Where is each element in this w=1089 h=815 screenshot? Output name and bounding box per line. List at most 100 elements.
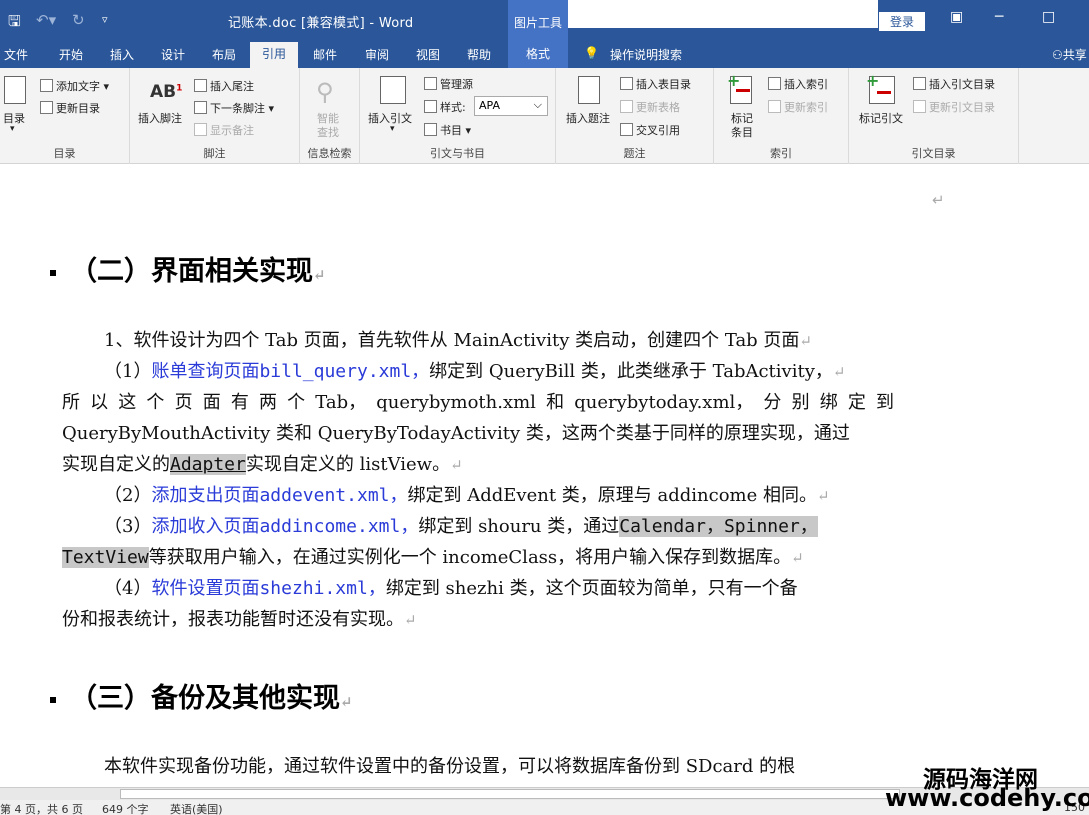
- tab-layout[interactable]: 布局: [212, 46, 236, 63]
- bibliography-icon: [424, 123, 437, 136]
- tell-me-search[interactable]: 操作说明搜索: [610, 46, 682, 63]
- tab-mailings[interactable]: 邮件: [313, 46, 337, 63]
- save-icon[interactable]: 🖫: [8, 11, 21, 36]
- insert-caption-icon[interactable]: [578, 76, 600, 104]
- tab-format[interactable]: 格式: [508, 42, 568, 68]
- justified-word: 绑: [819, 392, 838, 413]
- show-notes-button[interactable]: 显示备注: [194, 122, 254, 138]
- bibliography-button[interactable]: 书目 ▾: [424, 122, 471, 138]
- footnotes-group: AB1 插入脚注 插入尾注 下一条脚注 ▾ 显示备注 脚注: [130, 68, 300, 164]
- justified-word: 所: [62, 392, 80, 413]
- update-index-button[interactable]: 更新索引: [768, 99, 828, 115]
- customize-quick-access-icon[interactable]: ▿: [102, 13, 108, 26]
- insert-toa-icon: [913, 77, 926, 90]
- undo-icon[interactable]: ↶▾: [36, 11, 56, 29]
- insert-toa-label: 插入引文目录: [929, 78, 995, 91]
- redo-icon[interactable]: ↻: [72, 11, 85, 29]
- citations-group-label: 引文与书目: [430, 147, 485, 160]
- minus-icon: [877, 91, 891, 94]
- mark-citation-button[interactable]: 标记引文: [859, 110, 903, 126]
- cross-reference-icon: [620, 123, 633, 136]
- tab-design[interactable]: 设计: [161, 46, 185, 63]
- share-button[interactable]: ⚇共享: [1052, 46, 1087, 63]
- justified-word: 到: [875, 392, 894, 413]
- login-button[interactable]: 登录: [879, 12, 925, 31]
- insert-index-button[interactable]: 插入索引: [768, 76, 828, 92]
- minimize-button[interactable]: ─: [995, 9, 1003, 25]
- settings-link: 软件设置页面: [151, 578, 260, 599]
- citation-style-select[interactable]: APA ⌵: [474, 96, 548, 116]
- tab-insert[interactable]: 插入: [110, 46, 134, 63]
- insert-citation-dropdown-icon[interactable]: ▾: [390, 124, 395, 134]
- update-toc-label: 更新目录: [56, 102, 100, 115]
- justified-word: 两: [258, 392, 277, 413]
- mark-entry-label2[interactable]: 条目: [731, 124, 753, 140]
- cross-reference-button[interactable]: 交叉引用: [620, 122, 680, 138]
- insert-table-of-figures-button[interactable]: 插入表目录: [620, 76, 691, 92]
- smart-lookup-label2[interactable]: 查找: [317, 124, 339, 140]
- text-line: （2）添加支出页面addevent.xml，绑定到 AddEvent 类，原理与…: [104, 485, 830, 506]
- text-line-justified: 所以这个页面有两个 Tab， querybymoth.xml 和 querybytoda…: [62, 387, 894, 418]
- insert-toa-button[interactable]: 插入引文目录: [913, 76, 995, 92]
- update-index-icon: [768, 100, 781, 113]
- add-text-button[interactable]: 添加文字 ▾: [40, 78, 109, 94]
- add-income-link: 添加收入页面: [151, 516, 260, 537]
- justified-word: 有: [230, 392, 249, 413]
- index-group-label: 索引: [770, 147, 792, 160]
- tab-file[interactable]: 文件: [4, 46, 28, 63]
- update-toa-icon: [913, 100, 926, 113]
- paragraph-backup: 本软件实现备份功能，通过软件设置中的备份设置，可以将数据库备份到 SDcard …: [62, 751, 894, 782]
- tab-view[interactable]: 视图: [416, 46, 440, 63]
- bullet-icon: [50, 696, 56, 703]
- text-line: TextView等获取用户输入，在通过实例化一个 incomeClass，将用户…: [62, 547, 804, 568]
- style-label: 样式:: [424, 99, 466, 115]
- tab-review[interactable]: 审阅: [365, 46, 389, 63]
- insert-citation-icon[interactable]: [380, 76, 406, 104]
- update-toc-button[interactable]: 更新目录: [40, 100, 100, 116]
- update-table-button[interactable]: 更新表格: [620, 99, 680, 115]
- watermark-line2: www.codehy.com: [885, 784, 1089, 812]
- next-footnote-button[interactable]: 下一条脚注 ▾: [194, 100, 274, 116]
- insert-index-label: 插入索引: [784, 78, 828, 91]
- ribbon-tab-row: 文件 开始 插入 设计 布局 引用 邮件 审阅 视图 帮助 格式 💡 操作说明搜…: [0, 42, 1089, 68]
- tab-home[interactable]: 开始: [59, 46, 83, 63]
- ribbon-display-options-icon[interactable]: ▣: [950, 9, 963, 25]
- scrollbar-thumb[interactable]: [120, 789, 900, 799]
- insert-caption-button[interactable]: 插入题注: [566, 110, 610, 126]
- toa-group-label: 引文目录: [911, 147, 956, 160]
- insert-footnote-button[interactable]: 插入脚注: [138, 110, 182, 126]
- tab-references[interactable]: 引用: [250, 42, 298, 68]
- maximize-button[interactable]: □: [1042, 9, 1055, 25]
- justified-word: 和: [546, 392, 565, 413]
- justified-word: querybytoday.xml，: [574, 392, 754, 413]
- toa-group: + 标记引文 插入引文目录 更新引文目录 引文目录: [849, 68, 1019, 164]
- justified-word: 分: [763, 392, 782, 413]
- language[interactable]: 英语(美国): [170, 801, 223, 815]
- next-footnote-icon: [194, 101, 207, 114]
- insert-footnote-icon[interactable]: AB1: [150, 82, 182, 102]
- title-bar: 🖫 ↶▾ ↻ ▿ 记账本.doc [兼容模式] - Word 图片工具 登录 ▣…: [0, 0, 1089, 42]
- manage-sources-button[interactable]: 管理源: [424, 76, 473, 92]
- smart-lookup-icon[interactable]: ⚲: [316, 78, 334, 106]
- captions-group: 插入题注 插入表目录 更新表格 交叉引用 题注: [556, 68, 714, 164]
- toc-group-label: 目录: [53, 147, 76, 160]
- references-ribbon: 目录 ▾ 添加文字 ▾ 更新目录 目录 AB1 插入脚注 插入尾注 下一条脚注 …: [0, 68, 1089, 164]
- manage-sources-icon: [424, 77, 437, 90]
- toc-dropdown-icon[interactable]: ▾: [10, 124, 15, 134]
- chevron-down-icon: ⌵: [533, 98, 542, 111]
- document-body[interactable]: ↵ （二）界面相关实现↵ 1、软件设计为四个 Tab 页面，首先软件从 Main…: [0, 165, 1089, 787]
- update-toa-button[interactable]: 更新引文目录: [913, 99, 995, 115]
- heading-backup-text: （三）备份及其他实现: [70, 683, 340, 714]
- table-of-contents-icon[interactable]: [4, 76, 26, 104]
- justified-word: 面: [202, 392, 221, 413]
- justified-word: 这: [118, 392, 137, 413]
- tab-help[interactable]: 帮助: [467, 46, 491, 63]
- textview-code: TextView: [62, 547, 149, 568]
- word-count[interactable]: 649 个字: [102, 801, 149, 815]
- mark-entry-icon[interactable]: +: [727, 71, 752, 104]
- mark-citation-icon[interactable]: +: [866, 71, 895, 104]
- add-expense-link: 添加支出页面: [151, 485, 260, 506]
- insert-endnote-button[interactable]: 插入尾注: [194, 78, 254, 94]
- research-group: ⚲ 智能 查找 信息检索: [300, 68, 360, 164]
- page-count[interactable]: 第 4 页，共 6 页: [0, 801, 83, 815]
